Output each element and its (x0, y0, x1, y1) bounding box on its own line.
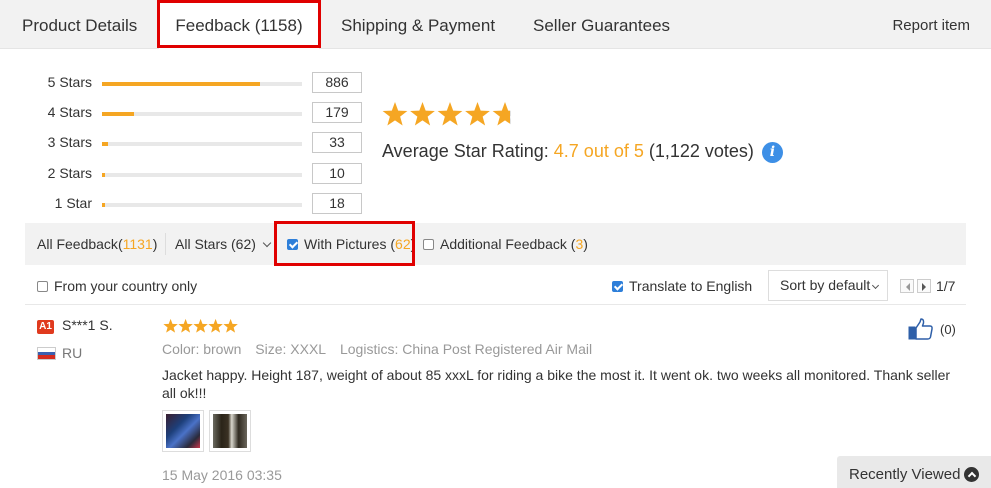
star-icon (492, 102, 511, 126)
review-size: Size: XXXL (255, 341, 327, 357)
histogram-count: 886 (312, 72, 362, 93)
chevron-down-icon (262, 238, 272, 248)
divider (165, 233, 166, 255)
helpful-count: (0) (940, 322, 956, 337)
histogram-row-5[interactable]: 5 Stars 886 (0, 72, 370, 96)
star-icon (382, 102, 408, 126)
tab-seller-guarantees[interactable]: Seller Guarantees (533, 0, 670, 49)
histogram-bar-fill (102, 203, 106, 207)
translate-checkbox[interactable] (612, 281, 623, 292)
average-rating: Average Star Rating: 4.7 out of 5 (1,122… (382, 141, 783, 163)
histogram-label: 1 Star (54, 195, 92, 211)
histogram-bar-fill (102, 173, 105, 177)
star-icon (193, 318, 208, 333)
vote-count: (1,122 votes) (648, 141, 754, 161)
review-photo (166, 414, 200, 448)
tab-bar: Product Details Feedback (1158) Shipping… (0, 0, 991, 51)
star-icon (223, 318, 238, 333)
recently-viewed-panel[interactable]: Recently Viewed (837, 456, 991, 488)
star-icon (178, 318, 193, 333)
recently-viewed-label: Recently Viewed (849, 466, 961, 483)
all-feedback-count-close: ) (152, 236, 158, 252)
additional-feedback-count-close: ) (583, 236, 588, 252)
average-rating-value: 4.7 out of 5 (553, 141, 644, 161)
histogram-count: 18 (312, 193, 362, 214)
histogram-row-4[interactable]: 4 Stars 179 (0, 102, 370, 126)
review-text: Jacket happy. Height 187, weight of abou… (162, 367, 951, 401)
review-rating-stars (163, 318, 238, 333)
info-icon[interactable]: i (761, 142, 783, 163)
additional-feedback-filter[interactable]: Additional Feedback (3) (423, 223, 588, 265)
page-indicator: 1/7 (936, 278, 956, 294)
histogram-row-2[interactable]: 2 Stars 10 (0, 163, 370, 187)
translate-option[interactable]: Translate to English (612, 270, 752, 302)
translate-label: Translate to English (629, 278, 753, 294)
review-photo-thumbnail[interactable] (162, 410, 204, 452)
histogram-count: 179 (312, 102, 362, 123)
star-icon (410, 102, 435, 126)
with-pictures-count: 62 (395, 236, 411, 252)
histogram-label: 4 Stars (47, 104, 92, 120)
review-logistics: Logistics: China Post Registered Air Mai… (339, 341, 593, 357)
reviewer-name: S***1 S. (62, 317, 113, 333)
with-pictures-label: With Pictures (304, 236, 387, 252)
histogram-bar (102, 112, 302, 116)
helpful-button[interactable]: (0) (908, 318, 958, 340)
tab-shipping-payment[interactable]: Shipping & Payment (341, 0, 495, 49)
star-icon (163, 318, 178, 333)
sort-label: Sort by default (780, 277, 871, 293)
divider (25, 304, 966, 305)
additional-feedback-checkbox[interactable] (423, 239, 434, 250)
review-attributes: Color: brown Size: XXXL Logistics: China… (162, 341, 602, 357)
from-country-label: From your country only (54, 278, 198, 294)
review-photo-thumbnail[interactable] (209, 410, 251, 452)
histogram-bar (102, 142, 302, 146)
additional-feedback-label: Additional Feedback (440, 236, 567, 252)
reviewer-country: RU (62, 345, 83, 361)
star-icon (437, 102, 463, 126)
histogram-label: 3 Stars (47, 134, 92, 150)
histogram-bar-fill (102, 82, 260, 86)
histogram-bar (102, 173, 302, 177)
all-feedback-label: All Feedback (37, 236, 118, 252)
average-rating-stars (382, 102, 511, 126)
histogram-count: 33 (312, 132, 362, 153)
star-icon (208, 318, 223, 333)
chevron-down-icon (872, 281, 880, 290)
all-feedback-filter[interactable]: All Feedback(1131) (37, 223, 157, 265)
with-pictures-checkbox[interactable] (287, 239, 298, 250)
histogram-count: 10 (312, 163, 362, 184)
with-pictures-count-close: ) (410, 236, 416, 252)
all-feedback-count: 1131 (122, 236, 153, 252)
histogram-bar-fill (102, 142, 108, 146)
sort-dropdown[interactable]: Sort by default (768, 270, 888, 301)
with-pictures-filter[interactable]: With Pictures (62) (287, 223, 415, 265)
chevron-up-icon (964, 467, 979, 482)
next-page-button[interactable] (917, 279, 931, 293)
previous-page-button[interactable] (900, 279, 914, 293)
histogram-label: 2 Stars (47, 165, 92, 181)
russia-flag-icon (37, 347, 56, 360)
from-country-option[interactable]: From your country only (37, 270, 197, 302)
from-country-checkbox[interactable] (37, 281, 48, 292)
average-rating-label: Average Star Rating: (382, 141, 549, 161)
buyer-level-badge: A1 (37, 320, 54, 334)
histogram-bar (102, 203, 302, 207)
tab-product-details[interactable]: Product Details (22, 0, 137, 49)
histogram-label: 5 Stars (47, 74, 92, 90)
star-icon (465, 102, 490, 126)
review-photo (213, 414, 247, 448)
review-color: Color: brown (162, 341, 242, 357)
histogram-row-3[interactable]: 3 Stars 33 (0, 132, 370, 156)
report-item-link[interactable]: Report item (892, 0, 970, 51)
histogram-bar-fill (102, 112, 134, 116)
all-stars-label: All Stars (62) (175, 236, 256, 252)
feedback-filter-bar: All Feedback(1131) All Stars (62) With P… (25, 223, 966, 265)
thumbs-up-icon (908, 318, 933, 340)
histogram-bar (102, 82, 302, 86)
tab-feedback[interactable]: Feedback (1158) (159, 0, 319, 50)
all-stars-dropdown[interactable]: All Stars (62) (175, 223, 272, 265)
review-date: 15 May 2016 03:35 (162, 467, 282, 483)
histogram-row-1[interactable]: 1 Star 18 (0, 193, 370, 217)
